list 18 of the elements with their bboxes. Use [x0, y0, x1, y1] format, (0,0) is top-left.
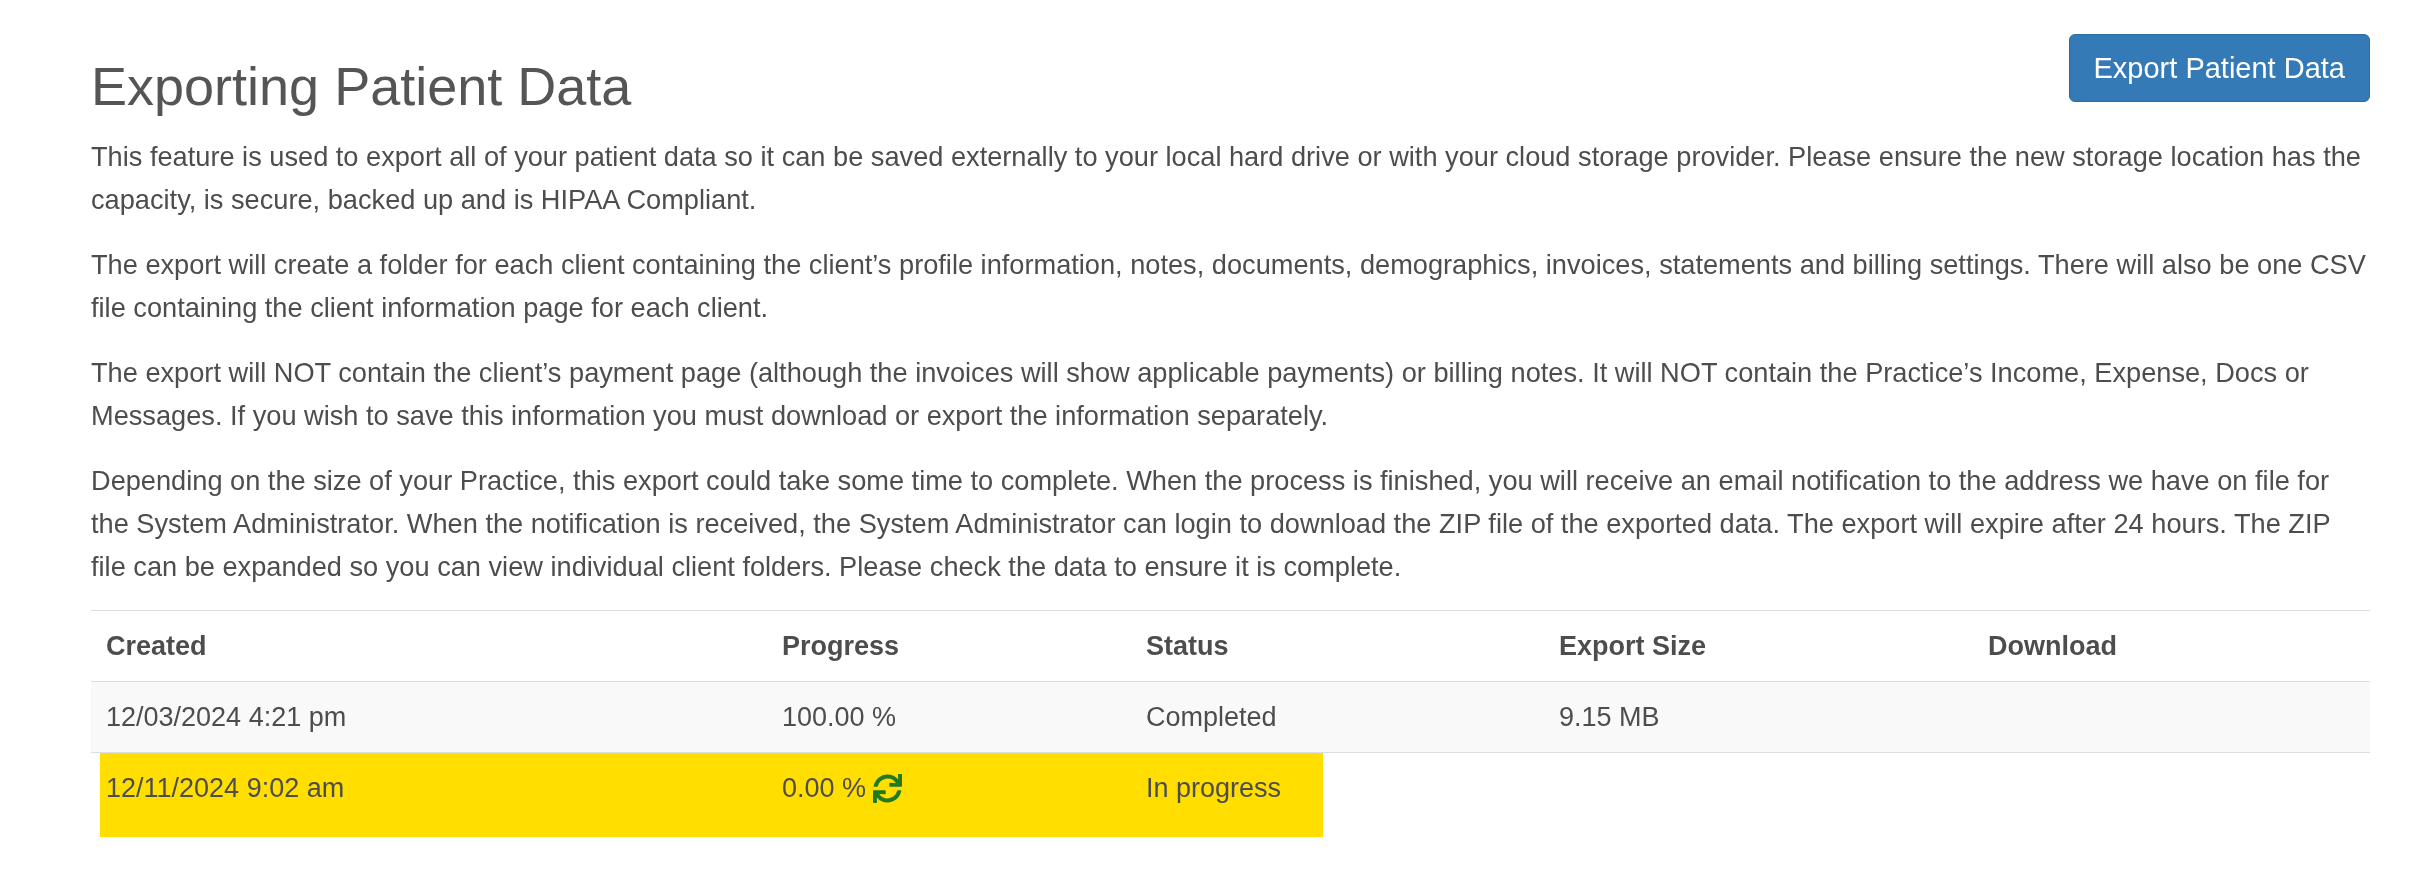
export-button[interactable]: Export Patient Data	[2068, 34, 2370, 102]
column-header: Progress	[782, 631, 900, 661]
table-cell: 12/11/2024 9:02 am	[106, 773, 345, 803]
description-paragraph: This feature is used to export all of your patient data so it can be saved externally to your local hard drive or with your cloud storage provider. Please ensure the new storage location has the capacity, is secure, backed up and is HIPAA Compliant.	[91, 140, 2362, 217]
table-cell: 100.00 %	[782, 702, 897, 732]
description-paragraph: The export will create a folder for each client containing the client’s profile information, notes, documents, demographics, invoices, statements and billing settings. There will also be one CSV file containing the client information page for each client.	[91, 248, 2367, 325]
page-title: Exporting Patient Data	[91, 58, 632, 114]
table-cell: 0.00 %	[782, 773, 867, 803]
table-cell: Completed	[1146, 702, 1277, 732]
table-cell: 12/03/2024 4:21 pm	[106, 702, 347, 732]
table-cell: 9.15 MB	[1559, 702, 1660, 732]
column-header: Export Size	[1559, 631, 1707, 661]
column-header: Status	[1146, 631, 1229, 661]
description-paragraph: Depending on the size of your Practice, this export could take some time to complete. When the process is finished, you will receive an email notification to the address we have on file for the System Administrator. When the notification is received, the System Administrator can login to download the ZIP file of the exported data. The export will expire after 24 hours. The ZIP file can be expanded so you can view individual client folders. Please check the data to ensure it is complete.	[91, 464, 2332, 584]
description-paragraph: The export will NOT contain the client’s payment page (although the invoices will show applicable payments) or billing notes. It will NOT contain the Practice’s Income, Expense, Docs or Messages. If you wish to save this information you must download or export the information separately.	[91, 356, 2310, 433]
column-header: Download	[1988, 631, 2117, 661]
table-cell: In progress	[1146, 773, 1282, 803]
column-header: Created	[106, 631, 207, 661]
